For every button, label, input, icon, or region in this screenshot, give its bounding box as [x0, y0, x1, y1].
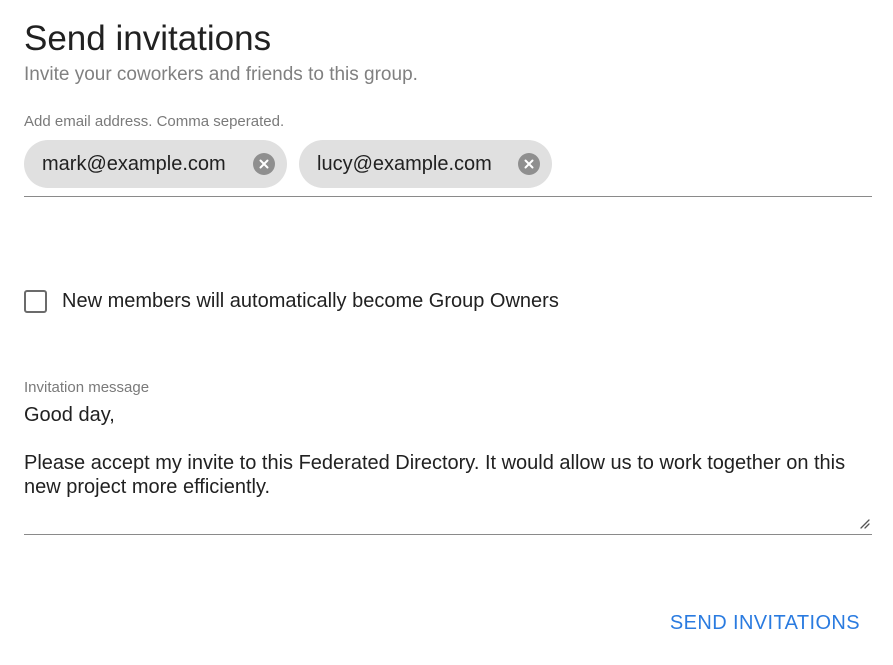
email-chip-text: lucy@example.com: [317, 152, 492, 175]
dialog-subtitle: Invite your coworkers and friends to thi…: [24, 64, 418, 85]
message-line: Please accept my invite to this Federate…: [24, 452, 851, 498]
email-chip-input[interactable]: mark@example.com lucy@example.com: [24, 140, 872, 197]
group-owners-checkbox-label[interactable]: New members will automatically become Gr…: [62, 290, 559, 313]
email-chip: mark@example.com: [24, 140, 287, 188]
email-chip-text: mark@example.com: [42, 152, 226, 175]
dialog-title: Send invitations: [24, 19, 272, 58]
group-owners-checkbox[interactable]: [24, 290, 47, 313]
resize-handle-icon[interactable]: [858, 516, 870, 529]
message-line: [24, 427, 864, 451]
invitation-message-textarea[interactable]: Good day, Please accept my invite to thi…: [24, 403, 872, 535]
email-field-label: Add email address. Comma seperated.: [24, 113, 285, 130]
send-invitations-dialog: Send invitations Invite your coworkers a…: [0, 0, 893, 665]
message-line: Good day,: [24, 404, 115, 426]
email-chip: lucy@example.com: [299, 140, 552, 188]
send-invitations-button[interactable]: SEND INVITATIONS: [670, 612, 860, 635]
group-owners-option: New members will automatically become Gr…: [24, 290, 559, 313]
close-circle-icon[interactable]: [253, 153, 275, 175]
close-circle-icon[interactable]: [518, 153, 540, 175]
invitation-message-label: Invitation message: [24, 379, 150, 396]
